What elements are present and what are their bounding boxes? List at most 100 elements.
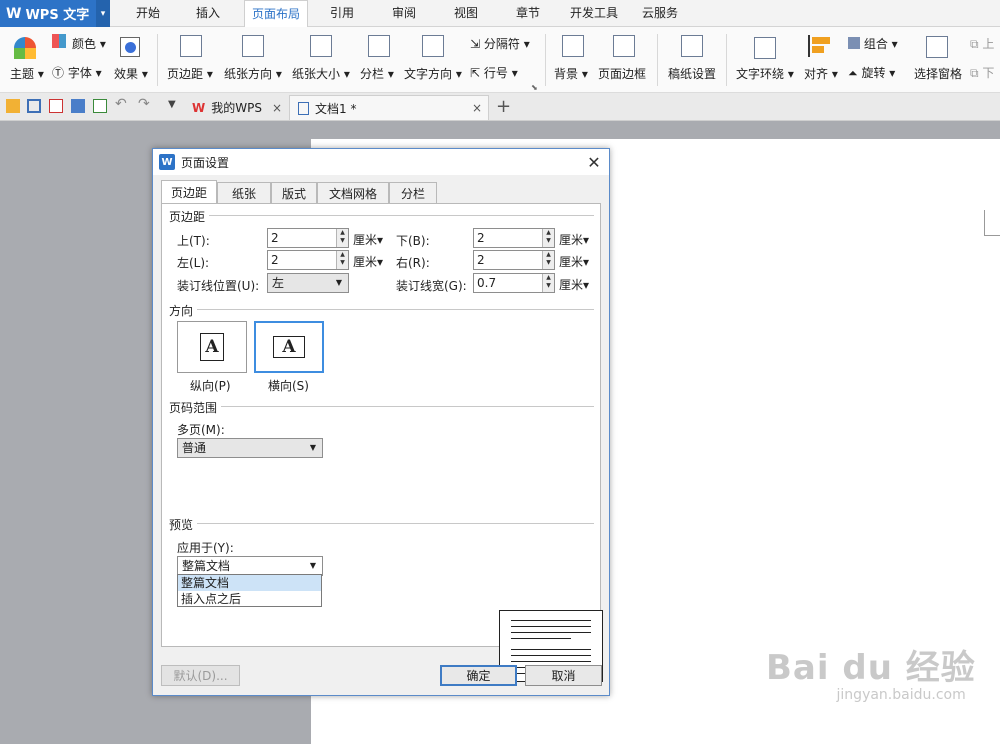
spin-arrows-icon[interactable]: ▲ ▼ [336, 251, 348, 269]
selection-pane-button[interactable]: 选择窗格 [914, 65, 962, 82]
spin-arrows-icon[interactable]: ▲ ▼ [542, 274, 554, 292]
selection-pane-icon[interactable] [926, 36, 948, 58]
bring-forward-button[interactable]: ⧉ 上 [970, 35, 994, 52]
paper-size-icon[interactable] [310, 35, 332, 57]
margins-icon[interactable] [180, 35, 202, 57]
apply-to-dropdown: 整篇文档 插入点之后 [177, 574, 322, 607]
portrait-option[interactable]: A [177, 321, 247, 373]
group-button[interactable]: 组合 ▾ [848, 35, 898, 52]
multi-page-select[interactable]: 普通 ▼ [177, 438, 323, 458]
open-icon[interactable] [6, 99, 20, 113]
tab-layout[interactable]: 版式 [271, 182, 317, 203]
tab-columns[interactable]: 分栏 [389, 182, 437, 203]
background-button[interactable]: 背景 ▾ [554, 65, 588, 82]
right-margin-input[interactable]: 2 ▲ ▼ [473, 250, 555, 270]
left-margin-input[interactable]: 2 ▲ ▼ [267, 250, 349, 270]
orientation-icon[interactable] [242, 35, 264, 57]
theme-button[interactable]: 主题 ▾ [10, 65, 44, 82]
gutter-position-select[interactable]: 左 ▼ [267, 273, 349, 293]
page-border-button[interactable]: 页面边框 [598, 65, 646, 82]
new-tab-button[interactable]: + [496, 96, 511, 117]
gutter-width-input[interactable]: 0.7 ▲ ▼ [473, 273, 555, 293]
send-backward-button[interactable]: ⧉ 下 [970, 64, 994, 81]
save-icon[interactable] [27, 99, 41, 113]
orientation-button[interactable]: 纸张方向 ▾ [224, 65, 282, 82]
spin-arrows-icon[interactable]: ▲ ▼ [336, 229, 348, 247]
doc-tab-document1[interactable]: 文档1 * × [289, 95, 489, 120]
ribbon-divider [657, 34, 658, 86]
rotate-button[interactable]: ⏶ 旋转 ▾ [848, 64, 895, 81]
columns-icon[interactable] [368, 35, 390, 57]
close-icon[interactable]: ✕ [583, 151, 605, 173]
chevron-down-icon[interactable]: ▾ [96, 0, 110, 27]
text-direction-button[interactable]: 文字方向 ▾ [404, 65, 462, 82]
wps-logo-icon: W [6, 5, 22, 22]
close-icon[interactable]: × [272, 101, 282, 115]
manuscript-button[interactable]: 稿纸设置 [668, 65, 716, 82]
page-border-icon[interactable] [613, 35, 635, 57]
left-margin-unit[interactable]: 厘米▾ [353, 253, 383, 270]
apply-to-option-whole[interactable]: 整篇文档 [178, 575, 321, 591]
tab-developer[interactable]: 开发工具 [562, 0, 626, 27]
undo-icon[interactable]: ↶ [115, 96, 127, 112]
color-button[interactable]: 颜色 ▾ [72, 35, 106, 52]
dialog-titlebar[interactable]: W 页面设置 [153, 149, 609, 175]
text-direction-icon[interactable] [422, 35, 444, 57]
gutter-width-unit[interactable]: 厘米▾ [559, 276, 589, 293]
tab-home[interactable]: 开始 [120, 0, 176, 27]
line-numbers-button[interactable]: ⇱ 行号 ▾ [470, 64, 518, 81]
theme-icon[interactable] [14, 37, 36, 59]
effect-button[interactable]: 效果 ▾ [114, 65, 148, 82]
text-wrap-button[interactable]: 文字环绕 ▾ [736, 65, 794, 82]
export-pdf-icon[interactable] [49, 99, 63, 113]
ok-button[interactable]: 确定 [440, 665, 517, 686]
align-button[interactable]: 对齐 ▾ [804, 65, 838, 82]
align-icon[interactable] [808, 35, 830, 57]
spin-arrows-icon[interactable]: ▲ ▼ [542, 251, 554, 269]
wps-logo-icon: W [192, 100, 206, 115]
print-icon[interactable] [71, 99, 85, 113]
close-icon[interactable]: × [472, 101, 482, 115]
tab-view[interactable]: 视图 [438, 0, 494, 27]
tab-review[interactable]: 审阅 [376, 0, 432, 27]
top-margin-unit[interactable]: 厘米▾ [353, 231, 383, 248]
right-margin-unit[interactable]: 厘米▾ [559, 253, 589, 270]
chevron-down-icon[interactable]: ▼ [168, 99, 176, 110]
bottom-margin-label: 下(B): [396, 234, 430, 248]
tab-references[interactable]: 引用 [314, 0, 370, 27]
group-divider [194, 309, 594, 310]
manuscript-icon[interactable] [681, 35, 703, 57]
landscape-option[interactable]: A [254, 321, 324, 373]
paper-size-button[interactable]: 纸张大小 ▾ [292, 65, 350, 82]
cancel-button[interactable]: 取消 [525, 665, 602, 686]
print-preview-icon[interactable] [93, 99, 107, 113]
separator-icon: ⇲ [470, 37, 481, 51]
app-menu-button[interactable]: W WPS 文字 ▾ [0, 0, 110, 27]
tab-sections[interactable]: 章节 [500, 0, 556, 27]
landscape-label: 横向(S) [268, 379, 309, 393]
default-button[interactable]: 默认(D)... [161, 665, 240, 686]
top-margin-input[interactable]: 2 ▲ ▼ [267, 228, 349, 248]
redo-icon[interactable]: ↷ [138, 96, 150, 112]
columns-button[interactable]: 分栏 ▾ [360, 65, 394, 82]
bottom-margin-input[interactable]: 2 ▲ ▼ [473, 228, 555, 248]
background-icon[interactable] [562, 35, 584, 57]
chevron-down-icon: ▼ [335, 278, 342, 287]
font-button[interactable]: Ⓣ 字体 ▾ [52, 64, 102, 81]
tab-margins[interactable]: 页边距 [161, 180, 217, 204]
tab-paper[interactable]: 纸张 [217, 182, 271, 203]
apply-to-select[interactable]: 整篇文档 ▼ [177, 556, 323, 576]
margins-button[interactable]: 页边距 ▾ [167, 65, 213, 82]
tab-cloud[interactable]: 云服务 [632, 0, 688, 27]
page-setup-launcher-icon[interactable]: ⬊ [531, 83, 538, 92]
bottom-margin-unit[interactable]: 厘米▾ [559, 231, 589, 248]
tab-doc-grid[interactable]: 文档网格 [317, 182, 389, 203]
doc-tab-my-wps[interactable]: W 我的WPS × [184, 95, 288, 120]
spin-arrows-icon[interactable]: ▲ ▼ [542, 229, 554, 247]
apply-to-option-after-cursor[interactable]: 插入点之后 [178, 591, 321, 607]
text-wrap-icon[interactable] [754, 37, 776, 59]
separator-button[interactable]: ⇲ 分隔符 ▾ [470, 35, 530, 52]
line-numbers-icon: ⇱ [470, 66, 481, 80]
tab-insert[interactable]: 插入 [180, 0, 236, 27]
tab-page-layout[interactable]: 页面布局 [244, 0, 308, 27]
